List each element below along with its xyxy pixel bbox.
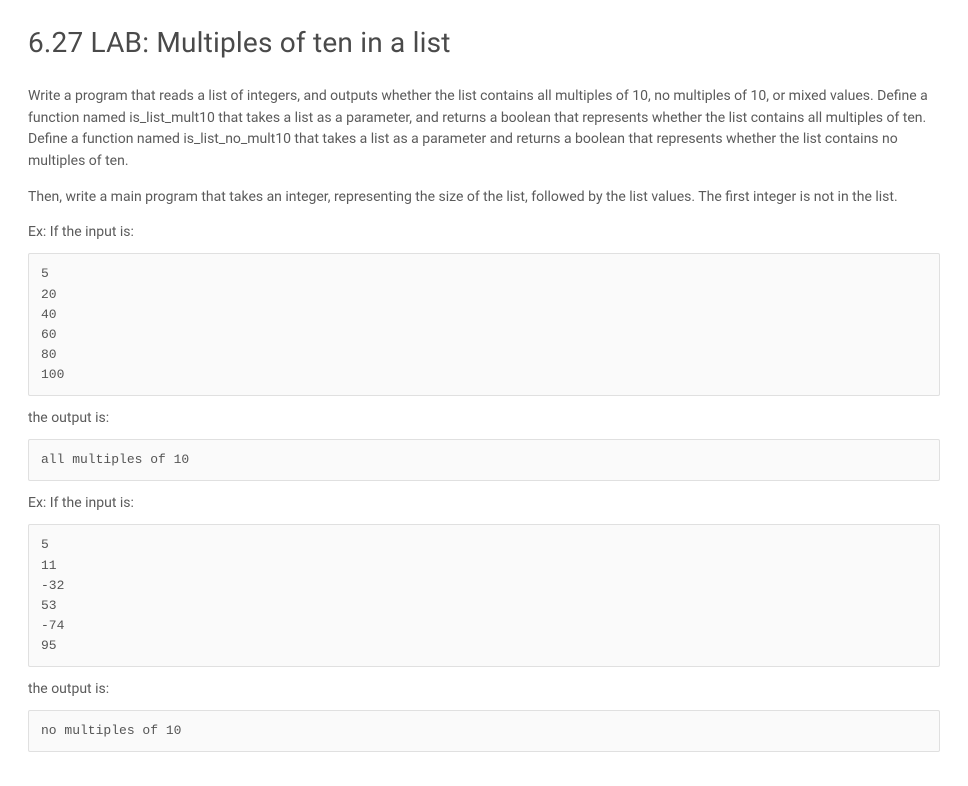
- page-title: 6.27 LAB: Multiples of ten in a list: [28, 22, 940, 64]
- example-input-label-2: Ex: If the input is:: [28, 493, 940, 514]
- code-input-1: 5 20 40 60 80 100: [28, 253, 940, 396]
- code-output-1: all multiples of 10: [28, 439, 940, 481]
- output-label-1: the output is:: [28, 408, 940, 429]
- main-program-paragraph: Then, write a main program that takes an…: [28, 187, 940, 209]
- output-label-2: the output is:: [28, 679, 940, 700]
- code-output-2: no multiples of 10: [28, 710, 940, 752]
- code-input-2: 5 11 -32 53 -74 95: [28, 524, 940, 667]
- intro-paragraph: Write a program that reads a list of int…: [28, 86, 940, 173]
- example-input-label-1: Ex: If the input is:: [28, 222, 940, 243]
